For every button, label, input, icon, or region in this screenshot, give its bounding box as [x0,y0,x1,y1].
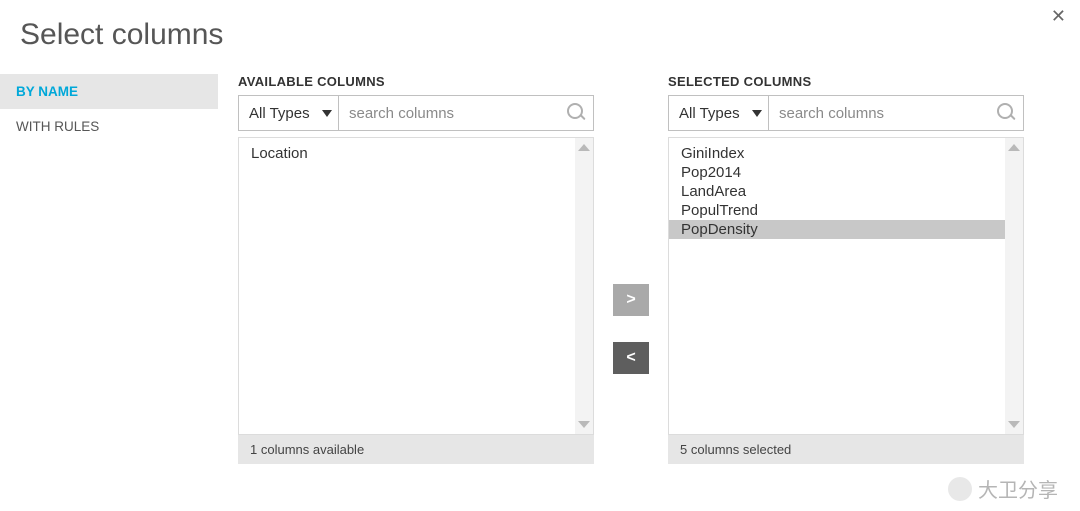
available-search-input[interactable] [349,105,567,122]
available-list: Location [238,137,594,435]
type-select-label: All Types [249,105,310,122]
scroll-down-icon [1008,421,1020,428]
type-select-label: All Types [679,105,740,122]
selected-type-select[interactable]: All Types [669,96,769,130]
list-item-label: Pop2014 [681,164,741,181]
sidebar-item-label: WITH RULES [16,119,99,134]
list-item-label: LandArea [681,183,746,200]
available-header: AVAILABLE COLUMNS [238,74,594,89]
available-type-select[interactable]: All Types [239,96,339,130]
dialog-content: BY NAME WITH RULES AVAILABLE COLUMNS All… [0,74,1080,464]
remove-button[interactable]: < [613,342,649,374]
available-panel: AVAILABLE COLUMNS All Types Location [238,74,594,464]
watermark: 大卫分享 [948,474,1058,503]
search-icon[interactable] [997,103,1017,123]
search-icon[interactable] [567,103,587,123]
scrollbar[interactable] [575,138,593,434]
list-item-label: PopDensity [681,221,758,238]
chevron-down-icon [752,110,762,117]
list-item[interactable]: Location [239,144,575,163]
selected-list-items: GiniIndex Pop2014 LandArea PopulTrend Po… [669,138,1005,434]
watermark-text: 大卫分享 [978,474,1058,503]
list-item[interactable]: PopulTrend [669,201,1005,220]
list-item[interactable]: LandArea [669,182,1005,201]
selected-panel: SELECTED COLUMNS All Types GiniIndex Pop… [668,74,1024,464]
sidebar-item-with-rules[interactable]: WITH RULES [0,109,218,144]
sidebar: BY NAME WITH RULES [0,74,218,464]
list-item[interactable]: Pop2014 [669,163,1005,182]
list-item-label: PopulTrend [681,202,758,219]
list-item-label: Location [251,145,308,162]
watermark-icon [948,477,972,501]
sidebar-item-label: BY NAME [16,84,78,99]
main-area: AVAILABLE COLUMNS All Types Location [218,74,1080,464]
selected-list: GiniIndex Pop2014 LandArea PopulTrend Po… [668,137,1024,435]
sidebar-item-by-name[interactable]: BY NAME [0,74,218,109]
list-item[interactable]: PopDensity [669,220,1005,239]
available-search-wrap [339,96,593,130]
available-list-items: Location [239,138,575,434]
available-footer: 1 columns available [238,435,594,464]
selected-search-input[interactable] [779,105,997,122]
selected-filter-row: All Types [668,95,1024,131]
select-columns-dialog: ✕ Select columns BY NAME WITH RULES AVAI… [0,0,1080,511]
scroll-down-icon [578,421,590,428]
close-icon[interactable]: ✕ [1051,6,1066,27]
chevron-down-icon [322,110,332,117]
list-item[interactable]: GiniIndex [669,144,1005,163]
selected-search-wrap [769,96,1023,130]
scroll-up-icon [1008,144,1020,151]
add-button[interactable]: > [613,284,649,316]
mover-controls: > < [594,74,668,464]
list-item-label: GiniIndex [681,145,744,162]
selected-footer: 5 columns selected [668,435,1024,464]
selected-header: SELECTED COLUMNS [668,74,1024,89]
available-filter-row: All Types [238,95,594,131]
scroll-up-icon [578,144,590,151]
dialog-title: Select columns [0,0,1080,74]
scrollbar[interactable] [1005,138,1023,434]
